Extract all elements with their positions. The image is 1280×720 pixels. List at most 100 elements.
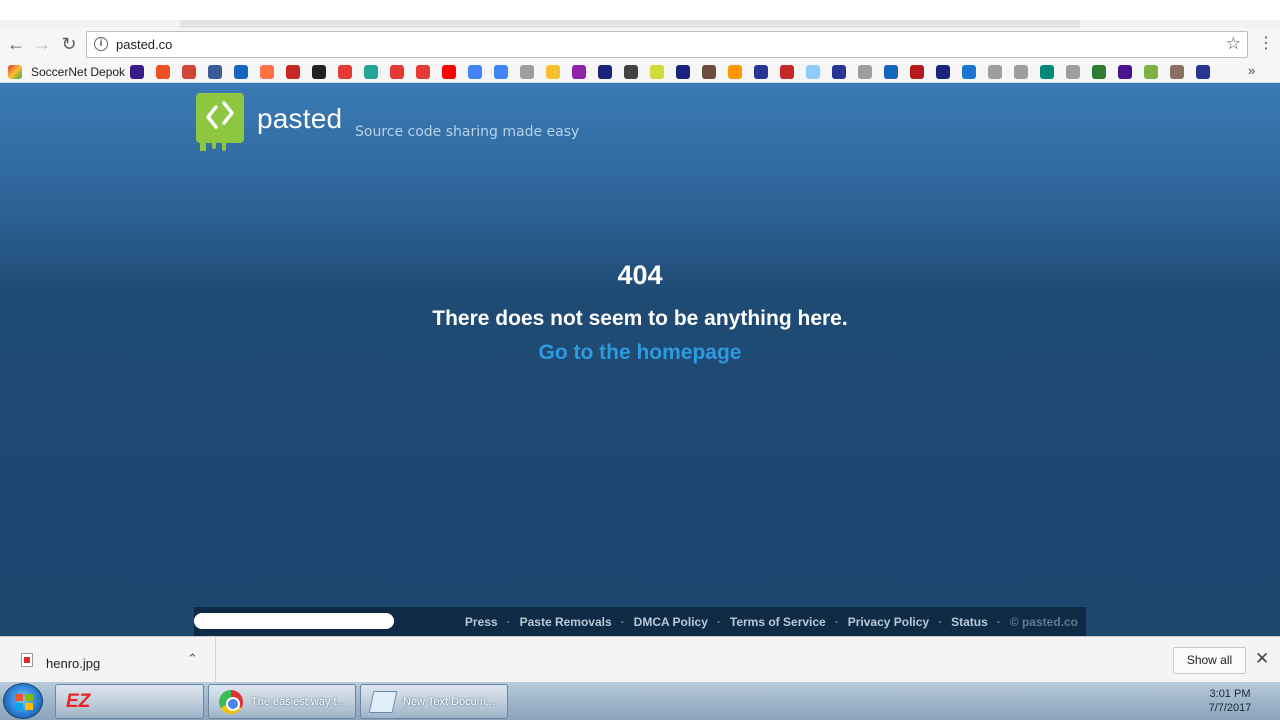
bookmark-favicon-icon[interactable] bbox=[728, 65, 742, 79]
soccernet-favicon-icon bbox=[8, 65, 22, 79]
windows-logo-icon bbox=[15, 694, 33, 710]
bookmark-favicon-icon[interactable] bbox=[624, 65, 638, 79]
bookmark-favicon-icon[interactable] bbox=[494, 65, 508, 79]
brand-name[interactable]: pasted bbox=[257, 103, 342, 135]
bookmark-favicon-icon[interactable] bbox=[936, 65, 950, 79]
system-clock[interactable]: 3:01 PM 7/7/2017 bbox=[1200, 687, 1260, 715]
bookmark-favicon-icon[interactable] bbox=[962, 65, 976, 79]
bookmark-soccernet[interactable]: SoccerNet Depok bbox=[8, 64, 125, 80]
clock-time: 3:01 PM bbox=[1209, 688, 1251, 700]
bookmark-favicon-icon[interactable] bbox=[884, 65, 898, 79]
bookmark-favicon-icon[interactable] bbox=[312, 65, 326, 79]
taskbar-app-label: The easiest way t... bbox=[251, 696, 346, 708]
bookmark-favicon-icon[interactable] bbox=[208, 65, 222, 79]
bookmark-favicon-icon[interactable] bbox=[286, 65, 300, 79]
bookmark-favicon-icon[interactable] bbox=[1170, 65, 1184, 79]
bookmark-label: SoccerNet Depok bbox=[31, 65, 126, 79]
bookmark-favicon-icon[interactable] bbox=[780, 65, 794, 79]
bookmark-favicon-icon[interactable] bbox=[858, 65, 872, 79]
bookmark-favicon-icon[interactable] bbox=[1196, 65, 1210, 79]
separator-dot: · bbox=[506, 614, 511, 629]
bookmark-favicon-icon[interactable] bbox=[598, 65, 612, 79]
redacted-region bbox=[0, 0, 1280, 20]
bookmark-favicon-icon[interactable] bbox=[702, 65, 716, 79]
chevron-up-icon[interactable]: ⌃ bbox=[187, 651, 198, 667]
chrome-icon bbox=[219, 690, 243, 714]
bookmark-favicon-icon[interactable] bbox=[910, 65, 924, 79]
bookmark-favicon-icon[interactable] bbox=[416, 65, 430, 79]
bookmark-favicon-icon[interactable] bbox=[468, 65, 482, 79]
separator-dot: · bbox=[996, 614, 1001, 629]
bookmark-favicon-icon[interactable] bbox=[1066, 65, 1080, 79]
start-button[interactable] bbox=[3, 683, 43, 719]
redacted-region bbox=[194, 613, 394, 629]
site-footer: Press · Paste Removals · DMCA Policy · T… bbox=[194, 607, 1086, 636]
bookmark-favicon-icon[interactable] bbox=[1092, 65, 1106, 79]
forward-arrow-icon[interactable]: → bbox=[31, 33, 53, 55]
bookmark-favicon-icon[interactable] bbox=[234, 65, 248, 79]
download-shelf: henro.jpg ⌃ Show all ✕ bbox=[0, 636, 1280, 683]
address-bar[interactable]: i pasted.co ☆ bbox=[86, 31, 1248, 58]
bookmark-favicon-icon[interactable] bbox=[572, 65, 586, 79]
browser-toolbar: ← → ↻ i pasted.co ☆ ⋮ bbox=[0, 28, 1280, 61]
taskbar-app-notepad[interactable]: New Text Docum... bbox=[360, 684, 508, 719]
separator-dot: · bbox=[716, 614, 721, 629]
bookmark-favicon-icon[interactable] bbox=[1118, 65, 1132, 79]
taskbar-app-chrome[interactable]: The easiest way t... bbox=[208, 684, 356, 719]
bookmark-favicon-icon[interactable] bbox=[182, 65, 196, 79]
footer-link-press[interactable]: Press bbox=[465, 615, 498, 629]
taskbar: EZ The easiest way t... New Text Docum..… bbox=[0, 682, 1280, 720]
bookmark-favicon-icon[interactable] bbox=[1040, 65, 1054, 79]
tagline: Source code sharing made easy bbox=[355, 124, 580, 140]
download-item[interactable]: henro.jpg ⌃ bbox=[0, 637, 216, 683]
bookmark-favicon-icon[interactable] bbox=[260, 65, 274, 79]
taskbar-app-label: New Text Docum... bbox=[403, 696, 496, 708]
bookmark-favicon-icon[interactable] bbox=[364, 65, 378, 79]
separator-dot: · bbox=[834, 614, 839, 629]
bookmark-favicon-icon[interactable] bbox=[156, 65, 170, 79]
reload-icon[interactable]: ↻ bbox=[58, 33, 80, 55]
bookmark-favicon-icon[interactable] bbox=[1144, 65, 1158, 79]
ez-app-icon: EZ bbox=[66, 691, 91, 712]
footer-link-status[interactable]: Status bbox=[951, 615, 988, 629]
bookmarks-bar: SoccerNet Depok » bbox=[0, 61, 1280, 83]
bookmark-star-icon[interactable]: ☆ bbox=[1226, 34, 1241, 54]
error-code: 404 bbox=[617, 260, 663, 290]
more-bookmarks-icon[interactable]: » bbox=[1248, 63, 1255, 78]
bookmark-favicon-icon[interactable] bbox=[754, 65, 768, 79]
bookmark-favicon-icon[interactable] bbox=[338, 65, 352, 79]
url-text[interactable]: pasted.co bbox=[116, 37, 172, 52]
footer-link-paste-removals[interactable]: Paste Removals bbox=[520, 615, 612, 629]
back-arrow-icon[interactable]: ← bbox=[5, 33, 27, 55]
bookmark-favicon-icon[interactable] bbox=[130, 65, 144, 79]
download-file-name[interactable]: henro.jpg bbox=[46, 656, 100, 671]
error-message: There does not seem to be anything here. bbox=[432, 307, 848, 330]
clock-date: 7/7/2017 bbox=[1208, 702, 1252, 714]
tab-strip bbox=[0, 0, 1280, 28]
info-icon[interactable]: i bbox=[94, 37, 108, 51]
bookmark-favicon-icon[interactable] bbox=[442, 65, 456, 79]
footer-link-dmca[interactable]: DMCA Policy bbox=[634, 615, 708, 629]
page-content: pasted Source code sharing made easy 404… bbox=[0, 83, 1280, 636]
separator-dot: · bbox=[938, 614, 943, 629]
bookmark-favicon-icon[interactable] bbox=[650, 65, 664, 79]
bookmark-favicon-icon[interactable] bbox=[390, 65, 404, 79]
bookmark-favicon-icon[interactable] bbox=[806, 65, 820, 79]
menu-dots-icon[interactable]: ⋮ bbox=[1258, 33, 1274, 55]
bookmark-favicon-icon[interactable] bbox=[546, 65, 560, 79]
bookmark-favicon-icon[interactable] bbox=[988, 65, 1002, 79]
taskbar-app-ez[interactable]: EZ bbox=[55, 684, 204, 719]
show-all-button[interactable]: Show all bbox=[1173, 647, 1246, 674]
bookmark-favicon-icon[interactable] bbox=[832, 65, 846, 79]
close-icon[interactable]: ✕ bbox=[1255, 649, 1269, 669]
image-file-icon bbox=[21, 653, 33, 667]
footer-links: Press · Paste Removals · DMCA Policy · T… bbox=[465, 607, 1078, 636]
homepage-link[interactable]: Go to the homepage bbox=[0, 341, 1280, 365]
bookmark-favicon-icon[interactable] bbox=[1014, 65, 1028, 79]
separator-dot: · bbox=[620, 614, 625, 629]
footer-link-terms[interactable]: Terms of Service bbox=[730, 615, 826, 629]
bookmark-favicon-icon[interactable] bbox=[676, 65, 690, 79]
bookmark-favicon-icon[interactable] bbox=[520, 65, 534, 79]
footer-link-privacy[interactable]: Privacy Policy bbox=[848, 615, 929, 629]
pasted-logo-icon[interactable] bbox=[196, 93, 244, 151]
